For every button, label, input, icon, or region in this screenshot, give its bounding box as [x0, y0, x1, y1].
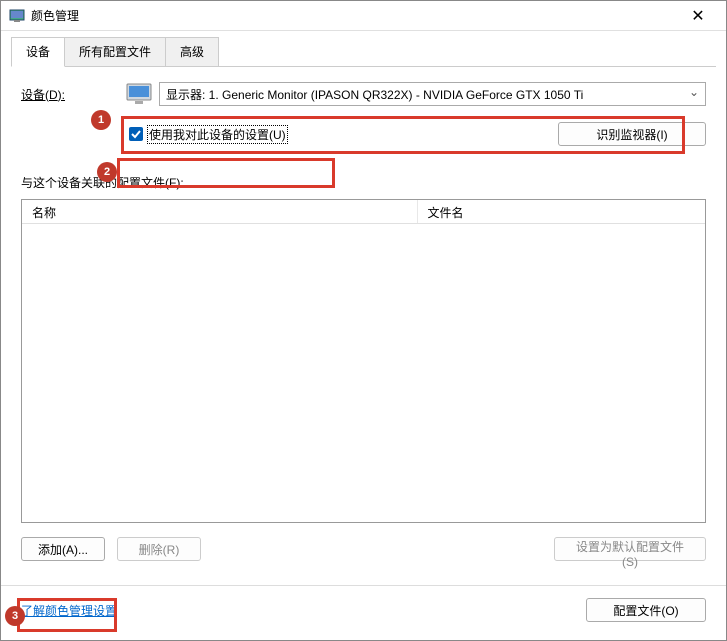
profiles-button[interactable]: 配置文件(O)	[586, 598, 706, 622]
window-title: 颜色管理	[31, 7, 678, 24]
col-name[interactable]: 名称	[22, 200, 418, 223]
app-icon	[9, 8, 25, 24]
identify-monitors-button[interactable]: 识别监视器(I)	[558, 122, 706, 146]
color-management-window: 颜色管理 ✕ 设备 所有配置文件 高级 1 2 3 设备(D): 显示器: 1.…	[0, 0, 727, 641]
tab-bar: 设备 所有配置文件 高级	[1, 31, 726, 67]
callout-badge-2: 2	[97, 162, 117, 182]
callout-badge-3: 3	[5, 606, 25, 626]
close-button[interactable]: ✕	[678, 2, 718, 30]
callout-badge-1: 1	[91, 110, 111, 130]
checkbox-label: 使用我对此设备的设置(U)	[147, 125, 288, 144]
device-dropdown[interactable]: 显示器: 1. Generic Monitor (IPASON QR322X) …	[159, 82, 706, 106]
tab-underline	[11, 66, 716, 67]
col-file[interactable]: 文件名	[418, 200, 706, 223]
add-button[interactable]: 添加(A)...	[21, 537, 105, 561]
list-header: 名称 文件名	[22, 200, 705, 224]
remove-button: 删除(R)	[117, 537, 201, 561]
monitor-icon	[125, 82, 153, 106]
device-selected-text: 显示器: 1. Generic Monitor (IPASON QR322X) …	[166, 86, 583, 103]
learn-more-link[interactable]: 了解颜色管理设置	[21, 602, 117, 619]
use-my-settings-checkbox[interactable]: 使用我对此设备的设置(U)	[125, 123, 294, 146]
tab-advanced[interactable]: 高级	[165, 37, 219, 67]
tab-all-profiles[interactable]: 所有配置文件	[64, 37, 166, 67]
tab-device[interactable]: 设备	[11, 37, 65, 67]
checkbox-row: 使用我对此设备的设置(U) 识别监视器(I)	[125, 122, 706, 146]
set-default-profile-button: 设置为默认配置文件(S)	[554, 537, 706, 561]
titlebar: 颜色管理 ✕	[1, 1, 726, 31]
profile-buttons-row: 添加(A)... 删除(R) 设置为默认配置文件(S)	[21, 537, 706, 561]
device-label: 设备(D):	[21, 86, 101, 103]
separator	[1, 585, 726, 586]
footer-row: 了解颜色管理设置 配置文件(O)	[21, 598, 706, 630]
profiles-list[interactable]: 名称 文件名	[21, 199, 706, 523]
associated-profiles-label: 与这个设备关联的配置文件(F):	[21, 174, 706, 191]
device-row: 设备(D): 显示器: 1. Generic Monitor (IPASON Q…	[21, 82, 706, 106]
checkbox-checked-icon	[129, 127, 143, 141]
tab-content: 1 2 3 设备(D): 显示器: 1. Generic Monitor (IP…	[1, 68, 726, 640]
